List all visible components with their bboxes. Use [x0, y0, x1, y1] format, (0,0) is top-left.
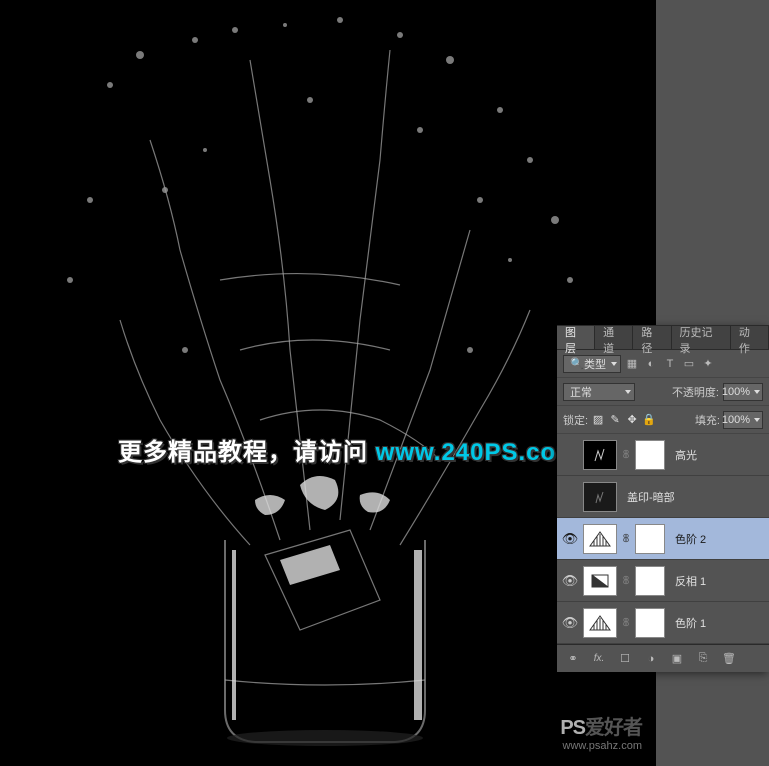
tab-paths[interactable]: 路径	[633, 326, 671, 349]
lock-image-icon[interactable]: ✎	[608, 413, 622, 427]
layer-style-icon[interactable]: fx.	[591, 651, 607, 667]
link-layers-icon[interactable]: ⚭	[565, 651, 581, 667]
layer-name[interactable]: 盖印-暗部	[621, 489, 765, 505]
opacity-label: 不透明度:	[672, 384, 719, 400]
opacity-input[interactable]: 100%	[723, 383, 763, 401]
eye-icon[interactable]: 👁	[561, 573, 579, 589]
layer-mask-thumb[interactable]	[635, 566, 665, 596]
filter-text-icon[interactable]: T	[663, 357, 677, 371]
layers-panel: 图层 通道 路径 历史记录 动作 🔍 类型 ▦ ◐ T ▭ ✦ 正常	[557, 325, 769, 672]
layer-name[interactable]: 色阶 1	[669, 615, 765, 631]
adjustment-thumb[interactable]	[583, 566, 617, 596]
filter-smart-icon[interactable]: ✦	[701, 357, 715, 371]
watermark-logo-text: 爱好者	[585, 717, 642, 739]
watermark-logo: PS爱好者	[560, 711, 642, 740]
watermark-logo-ps: PS	[560, 717, 585, 739]
layer-row-selected[interactable]: 👁 𝟠 色阶 2	[557, 518, 769, 560]
layer-name[interactable]: 色阶 2	[669, 531, 765, 547]
new-group-icon[interactable]: ▣	[669, 651, 685, 667]
panel-tabs: 图层 通道 路径 历史记录 动作	[557, 326, 769, 350]
layer-name[interactable]: 高光	[669, 447, 765, 463]
layer-filter-row: 🔍 类型 ▦ ◐ T ▭ ✦	[557, 350, 769, 378]
lock-position-icon[interactable]: ✥	[625, 413, 639, 427]
layer-list: 𝟠 高光 盖印-暗部 👁 𝟠 色阶 2	[557, 434, 769, 644]
blend-mode-value: 正常	[570, 384, 592, 400]
filter-shape-icon[interactable]: ▭	[682, 357, 696, 371]
lock-label: 锁定:	[563, 412, 588, 428]
canvas-area: 更多精品教程，请访问 www.240PS.com PS爱好者 www.psahz…	[0, 0, 769, 766]
adjustment-thumb[interactable]	[583, 608, 617, 638]
overlay-text-url: www.240PS.com	[376, 439, 579, 466]
layer-filter-dropdown[interactable]: 🔍 类型	[563, 355, 621, 373]
filter-adjustment-icon[interactable]: ◐	[644, 357, 658, 371]
mask-link-icon[interactable]: 𝟠	[621, 532, 631, 545]
new-layer-icon[interactable]: ⎘	[695, 651, 711, 667]
layer-mask-thumb[interactable]	[635, 608, 665, 638]
panel-bottom-bar: ⚭ fx. ☐ ◑ ▣ ⎘ 🗑	[557, 644, 769, 672]
blend-opacity-row: 正常 不透明度: 100%	[557, 378, 769, 406]
search-icon: 🔍	[570, 357, 582, 370]
tab-history[interactable]: 历史记录	[672, 326, 731, 349]
lock-transparent-icon[interactable]: ▨	[591, 413, 605, 427]
layer-row[interactable]: 👁 𝟠 反相 1	[557, 560, 769, 602]
add-adjustment-icon[interactable]: ◑	[643, 651, 659, 667]
watermark-url: www.psahz.com	[560, 740, 642, 752]
mask-link-icon[interactable]: 𝟠	[621, 616, 631, 629]
fill-value: 100%	[722, 414, 750, 426]
fill-input[interactable]: 100%	[723, 411, 763, 429]
add-mask-icon[interactable]: ☐	[617, 651, 633, 667]
tab-actions[interactable]: 动作	[731, 326, 769, 349]
lock-fill-row: 锁定: ▨ ✎ ✥ 🔒 填充: 100%	[557, 406, 769, 434]
layer-thumb[interactable]	[583, 440, 617, 470]
eye-icon[interactable]: 👁	[561, 531, 579, 547]
blend-mode-dropdown[interactable]: 正常	[563, 383, 635, 401]
watermark: PS爱好者 www.psahz.com	[560, 711, 642, 752]
filter-icons: ▦ ◐ T ▭ ✦	[625, 357, 715, 371]
mask-link-icon[interactable]: 𝟠	[621, 574, 631, 587]
layer-row[interactable]: 👁 𝟠 色阶 1	[557, 602, 769, 644]
fill-label: 填充:	[695, 412, 720, 428]
opacity-value: 100%	[722, 386, 750, 398]
layer-row[interactable]: 𝟠 高光	[557, 434, 769, 476]
layer-mask-thumb[interactable]	[635, 524, 665, 554]
mask-link-icon[interactable]: 𝟠	[621, 448, 631, 461]
tab-channels[interactable]: 通道	[595, 326, 633, 349]
delete-layer-icon[interactable]: 🗑	[721, 651, 737, 667]
layer-mask-thumb[interactable]	[635, 440, 665, 470]
tab-layers[interactable]: 图层	[557, 326, 595, 349]
overlay-text-white: 更多精品教程，请访问	[118, 439, 376, 466]
tutorial-overlay-text: 更多精品教程，请访问 www.240PS.com	[118, 432, 579, 467]
layer-name[interactable]: 反相 1	[669, 573, 765, 589]
adjustment-thumb[interactable]	[583, 524, 617, 554]
filter-pixel-icon[interactable]: ▦	[625, 357, 639, 371]
eye-icon[interactable]: 👁	[561, 615, 579, 631]
lock-all-icon[interactable]: 🔒	[642, 413, 656, 427]
filter-type-label: 类型	[584, 356, 606, 372]
layer-row[interactable]: 盖印-暗部	[557, 476, 769, 518]
layer-thumb[interactable]	[583, 482, 617, 512]
